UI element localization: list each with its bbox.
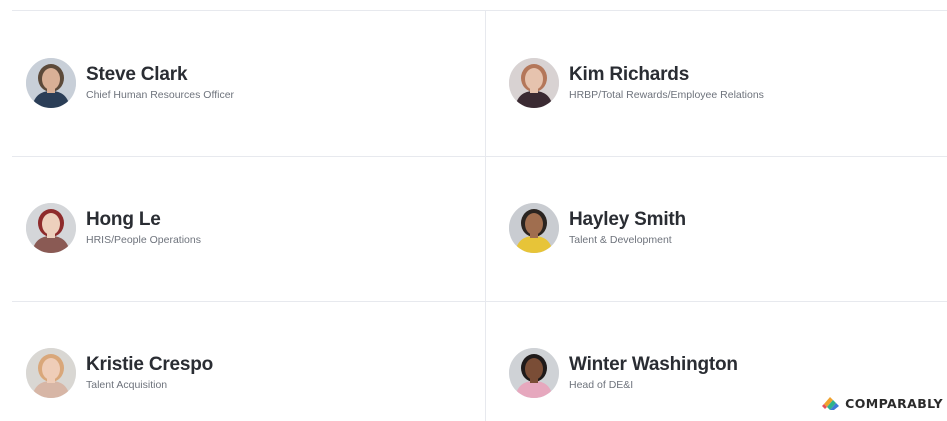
avatar xyxy=(509,58,559,108)
person-title: HRIS/People Operations xyxy=(86,234,201,246)
avatar xyxy=(509,203,559,253)
person-card[interactable]: Kristie Crespo Talent Acquisition xyxy=(26,345,213,401)
person-name: Kim Richards xyxy=(569,64,690,85)
person-name: Hong Le xyxy=(86,209,161,230)
brand-name: COMPARABLY xyxy=(845,395,943,411)
divider-row-2 xyxy=(12,301,947,302)
divider-vertical xyxy=(485,10,486,421)
divider-row-1 xyxy=(12,156,947,157)
person-name: Winter Washington xyxy=(569,354,738,375)
person-card[interactable]: Steve Clark Chief Human Resources Office… xyxy=(26,55,234,111)
avatar xyxy=(26,58,76,108)
person-title: HRBP/Total Rewards/Employee Relations xyxy=(569,89,764,101)
person-card[interactable]: Kim Richards HRBP/Total Rewards/Employee… xyxy=(509,55,764,111)
person-title: Head of DE&I xyxy=(569,379,634,391)
person-card[interactable]: Hong Le HRIS/People Operations xyxy=(26,200,201,256)
person-name: Kristie Crespo xyxy=(86,354,214,375)
avatar xyxy=(26,348,76,398)
comparably-logo-icon xyxy=(822,397,840,410)
person-card[interactable]: Hayley Smith Talent & Development xyxy=(509,200,686,256)
divider-top xyxy=(12,10,947,11)
person-name: Hayley Smith xyxy=(569,209,686,230)
person-title: Talent Acquisition xyxy=(86,379,168,391)
comparably-brand: COMPARABLY xyxy=(822,395,943,411)
avatar xyxy=(509,348,559,398)
person-name: Steve Clark xyxy=(86,64,188,85)
person-title: Talent & Development xyxy=(569,234,672,246)
person-card[interactable]: Winter Washington Head of DE&I xyxy=(509,345,738,401)
leadership-team-grid: Steve Clark Chief Human Resources Office… xyxy=(0,0,947,421)
avatar xyxy=(26,203,76,253)
person-title: Chief Human Resources Officer xyxy=(86,89,235,101)
